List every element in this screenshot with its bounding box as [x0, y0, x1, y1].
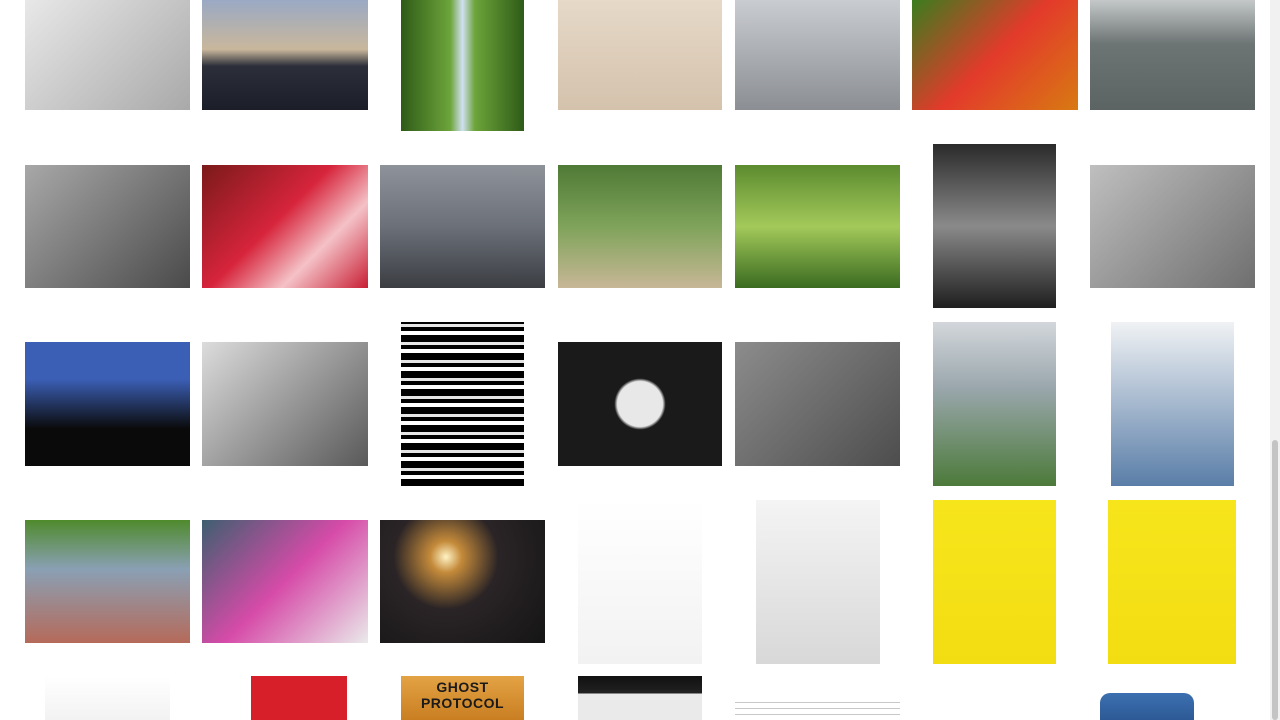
- glasses-icon: [1108, 500, 1236, 664]
- grate-icon: [1090, 165, 1255, 288]
- photo-blue-window-wall[interactable]: [25, 165, 190, 288]
- tower-icon: [933, 322, 1056, 486]
- screenshot-dark-app[interactable]: [578, 676, 702, 720]
- photo-trees-building[interactable]: [558, 165, 722, 288]
- photo-museum-visitors[interactable]: [558, 0, 722, 110]
- photo-shadow-on-wall[interactable]: [25, 0, 190, 110]
- flower-icon: [912, 0, 1078, 110]
- art-yellow-glasses-2[interactable]: [1108, 500, 1236, 664]
- photo-gallery-grid: GHOST PROTOCOL: [0, 0, 1270, 720]
- photo-woman-leather-jacket[interactable]: [756, 500, 880, 664]
- carousel-icon: [202, 165, 368, 288]
- app-icon: [1100, 693, 1194, 720]
- laurel-icon: [45, 676, 170, 720]
- carousel-icon: [202, 520, 368, 643]
- ball-icon: [578, 500, 702, 664]
- photo-man-glowing-ball[interactable]: [380, 520, 545, 643]
- photo-tree-avenue[interactable]: [401, 0, 524, 131]
- photo-drain-grate[interactable]: [1090, 165, 1255, 288]
- poster-title: GHOST PROTOCOL: [420, 679, 505, 711]
- flower-icon: [558, 342, 722, 466]
- water-icon: [735, 0, 900, 110]
- photo-clouds-column[interactable]: [1111, 322, 1234, 486]
- castle-icon: [735, 165, 900, 288]
- silhouette-icon: [25, 0, 190, 110]
- photo-man-viewing-city[interactable]: [380, 165, 545, 288]
- person-icon: [380, 165, 545, 288]
- photo-bw-clouds[interactable]: [202, 342, 368, 466]
- poster-ghost-protocol[interactable]: GHOST PROTOCOL: [401, 676, 524, 720]
- building-icon: [25, 342, 190, 466]
- photo-girl-fountain[interactable]: [933, 144, 1056, 308]
- app-icon-blue[interactable]: [1100, 693, 1194, 720]
- photo-castle-garden[interactable]: [735, 165, 900, 288]
- block-icon: [224, 676, 347, 720]
- photo-blue-alley[interactable]: [25, 342, 190, 466]
- art-yellow-glasses-1[interactable]: [933, 500, 1056, 664]
- photo-street-crowd[interactable]: [25, 520, 190, 643]
- photo-basketball-player[interactable]: [578, 500, 702, 664]
- photo-bw-abstract[interactable]: [401, 322, 524, 486]
- photo-concrete-texture[interactable]: [735, 342, 900, 466]
- cloud-icon: [1111, 322, 1234, 486]
- person-icon: [756, 500, 880, 664]
- photo-carousel-girl[interactable]: [202, 520, 368, 643]
- logo-laurel-wreath[interactable]: [45, 676, 170, 720]
- person-icon: [933, 144, 1056, 308]
- tree-icon: [401, 0, 524, 131]
- people-icon: [25, 520, 190, 643]
- light-icon: [380, 520, 545, 643]
- texture-icon: [735, 342, 900, 466]
- people-icon: [558, 0, 722, 110]
- photo-lily-flower[interactable]: [912, 0, 1078, 110]
- screenshot-document[interactable]: [735, 697, 900, 720]
- window-icon: [25, 165, 190, 288]
- photo-carousel-blur[interactable]: [202, 165, 368, 288]
- screen-icon: [578, 676, 702, 720]
- photo-bw-tulips[interactable]: [558, 342, 722, 466]
- scrollbar-thumb[interactable]: [1272, 440, 1278, 720]
- cloud-icon: [202, 342, 368, 466]
- photo-grey-bowl[interactable]: [1090, 0, 1255, 110]
- document-icon: [735, 697, 900, 720]
- art-red-white-block[interactable]: [224, 676, 347, 720]
- tree-icon: [558, 165, 722, 288]
- abstract-icon: [401, 322, 524, 486]
- glasses-icon: [933, 500, 1056, 664]
- building-icon: [202, 0, 368, 110]
- bowl-icon: [1090, 0, 1255, 110]
- photo-city-reflection[interactable]: [202, 0, 368, 110]
- vertical-scrollbar[interactable]: [1270, 0, 1280, 720]
- photo-eiffel-tower[interactable]: [933, 322, 1056, 486]
- photo-fountain-kids[interactable]: [735, 0, 900, 110]
